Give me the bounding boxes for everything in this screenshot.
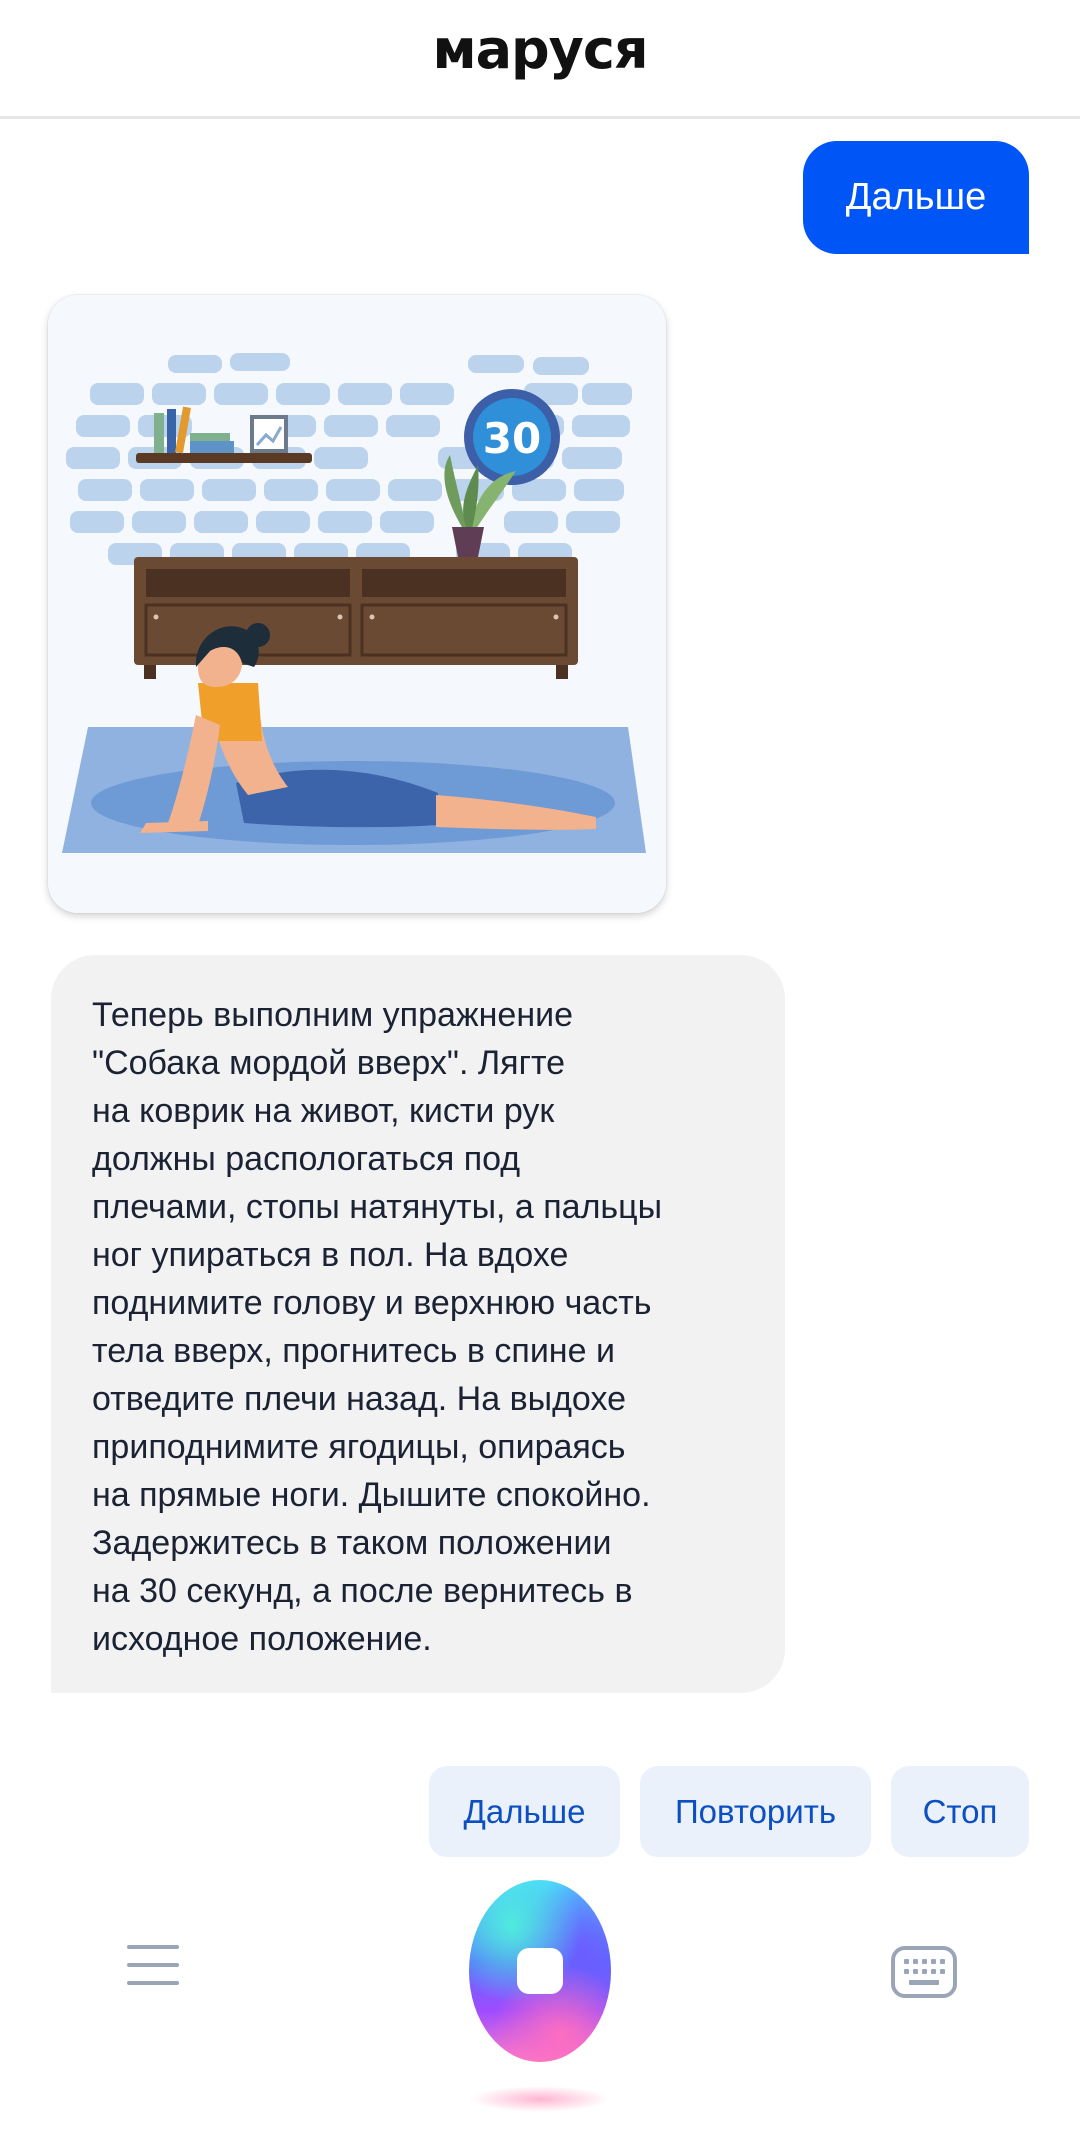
assistant-message-bubble: Теперь выполним упражнение "Собака мордо… (51, 955, 785, 1693)
timer-badge-text: 30 (483, 414, 541, 463)
user-message-bubble: Дальше (803, 141, 1029, 254)
suggestion-next-button[interactable]: Дальше (429, 1766, 620, 1857)
exercise-illustration: 30 (48, 295, 666, 913)
orb-shadow (470, 2086, 610, 2112)
keyboard-icon[interactable] (891, 1946, 957, 1998)
app-title: маруся (432, 18, 648, 81)
assistant-voice-orb-button[interactable] (469, 1880, 611, 2062)
suggestion-repeat-button[interactable]: Повторить (640, 1766, 871, 1857)
menu-icon[interactable] (127, 1945, 179, 1985)
suggestion-stop-button[interactable]: Стоп (891, 1766, 1029, 1857)
assistant-message-text: Теперь выполним упражнение "Собака мордо… (92, 996, 663, 1658)
stop-icon (517, 1948, 563, 1994)
top-bar: маруся (0, 0, 1080, 119)
